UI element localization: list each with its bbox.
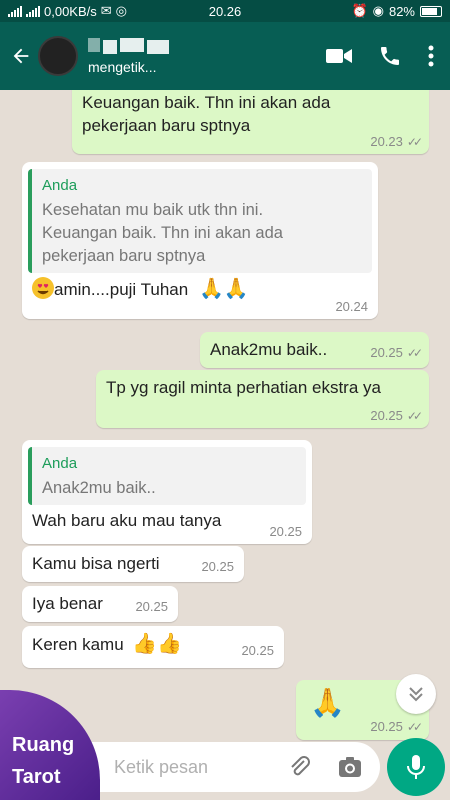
double-check-icon: ✓✓ (406, 719, 423, 734)
signal-icon-2 (26, 5, 40, 17)
mail-icon: ✉ (100, 3, 112, 18)
whatsapp-icon: ◎ (115, 3, 128, 18)
network-speed: 0,00KB/s (44, 3, 97, 19)
message-bubble[interactable]: Anda Anak2mu baik.. Wah baru aku mau tan… (22, 440, 312, 544)
message-time: 20.24 (335, 299, 368, 314)
message-time: 20.25 (201, 559, 234, 574)
message-text: Tp yg ragil minta perhatian ekstra ya (106, 378, 381, 397)
message-bubble[interactable]: Keren kamu 👍👍 20.25 (22, 626, 284, 668)
double-check-icon: ✓✓ (406, 345, 423, 360)
quote-text: Anak2mu baik.. (42, 479, 156, 497)
message-time: 20.23 (370, 134, 403, 149)
mic-button[interactable] (387, 738, 445, 796)
double-check-icon: ✓✓ (406, 408, 423, 423)
contact-info[interactable]: mengetik... (88, 37, 188, 75)
message-bubble[interactable]: Tp yg ragil minta perhatian ekstra ya 20… (96, 370, 429, 428)
camera-icon[interactable] (338, 756, 362, 778)
watermark-line-1: Ruang (12, 734, 75, 756)
quoted-message[interactable]: Anda Anak2mu baik.. (28, 447, 306, 505)
praying-hands-emoji-icon: 🙏 (310, 687, 345, 718)
eye-icon: ◉ (372, 3, 384, 18)
more-vert-icon[interactable] (428, 45, 434, 67)
message-time: 20.25 (370, 719, 403, 734)
message-bubble[interactable]: Kamu bisa ngerti 20.25 (22, 546, 244, 582)
back-button[interactable] (4, 36, 38, 76)
message-bubble[interactable]: Iya benar 20.25 (22, 586, 178, 622)
attach-icon[interactable] (288, 755, 312, 779)
message-time: 20.25 (241, 643, 274, 658)
chat-area: Keuangan baik. Thn ini akan ada pekerjaa… (0, 90, 450, 800)
message-input[interactable]: Ketik pesan (114, 757, 208, 778)
avatar[interactable] (38, 36, 78, 76)
message-time: 20.25 (370, 408, 403, 423)
chevron-double-down-icon (409, 687, 423, 702)
message-bubble[interactable]: Anda Kesehatan mu baik utk thn ini. Keua… (22, 162, 378, 319)
status-bar: 0,00KB/s ✉ ◎ 20.26 ⏰ ◉ 82% (0, 0, 450, 22)
message-text: Keren kamu (32, 635, 124, 654)
contact-name-redacted (88, 37, 188, 54)
message-bubble[interactable]: Keuangan baik. Thn ini akan ada pekerjaa… (72, 90, 429, 154)
alarm-icon: ⏰ (351, 3, 368, 18)
praying-hands-emoji-icon: 🙏🙏 (198, 278, 249, 300)
battery-icon (420, 5, 442, 17)
message-text: amin....puji Tuhan (54, 280, 189, 299)
chat-header: mengetik... (0, 22, 450, 90)
message-time: 20.25 (269, 524, 302, 539)
quote-text: Kesehatan mu baik utk thn ini. Keuangan … (42, 201, 283, 265)
battery-percent: 82% (388, 3, 415, 19)
phone-icon[interactable] (378, 44, 402, 68)
typing-status: mengetik... (88, 58, 157, 75)
microphone-icon (407, 755, 425, 779)
arrow-left-icon (13, 48, 29, 64)
quote-author: Anda (42, 455, 78, 472)
scroll-to-bottom-button[interactable] (396, 674, 436, 714)
message-time: 20.25 (135, 599, 168, 614)
thumbs-up-emoji-icon: 👍👍 (132, 633, 183, 655)
signal-icon (8, 5, 22, 17)
quote-author: Anda (42, 177, 78, 194)
video-call-icon[interactable] (326, 46, 352, 66)
double-check-icon: ✓✓ (406, 134, 423, 149)
heart-eyes-emoji-icon (32, 277, 54, 299)
watermark-line-2: Tarot (12, 766, 61, 788)
message-time: 20.25 (370, 345, 403, 360)
quoted-message[interactable]: Anda Kesehatan mu baik utk thn ini. Keua… (28, 169, 372, 273)
message-bubble[interactable]: Anak2mu baik.. 20.25 ✓✓ (200, 332, 429, 368)
